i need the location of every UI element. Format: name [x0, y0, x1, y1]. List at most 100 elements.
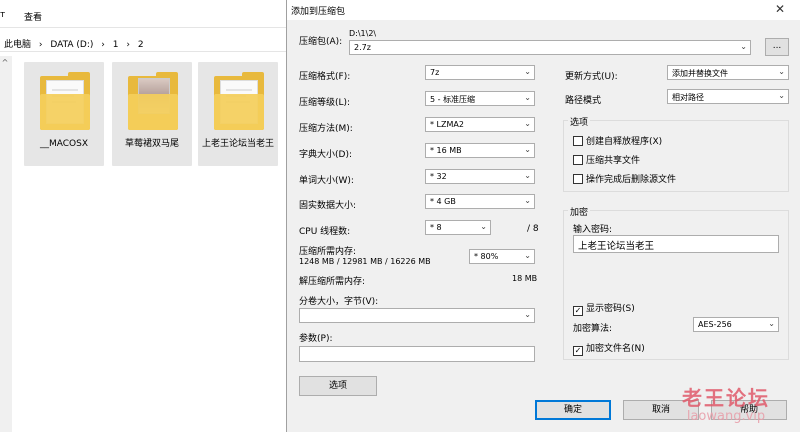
encrypt-filenames-checkbox[interactable]: ✓ 加密文件名(N): [573, 341, 645, 356]
chevron-down-icon: ⌄: [480, 222, 487, 231]
checkbox-box: ✓: [573, 346, 583, 356]
chevron-down-icon: ⌄: [778, 91, 785, 100]
password-label: 输入密码:: [573, 225, 613, 235]
archive-name-combo[interactable]: 2.7z ⌄: [349, 40, 751, 55]
dictionary-combo[interactable]: * 16 MB ⌄: [425, 143, 535, 158]
chevron-down-icon: ⌄: [524, 67, 531, 76]
update-mode-combo[interactable]: 添加并替换文件 ⌄: [667, 65, 789, 80]
chevron-down-icon: ⌄: [524, 171, 531, 180]
chevron-down-icon: ⌄: [524, 93, 531, 102]
breadcrumb-separator: ›: [126, 40, 130, 50]
dialog-title: 添加到压缩包: [291, 7, 346, 17]
format-value: 7z: [430, 68, 440, 77]
folder-name: 草莓裙双马尾: [124, 139, 179, 149]
folder-icon: [214, 72, 264, 130]
memory-usage-value: * 80%: [474, 252, 499, 261]
breadcrumb-data-drive[interactable]: DATA (D:): [50, 40, 93, 50]
solid-block-combo[interactable]: * 4 GB ⌄: [425, 194, 535, 209]
chevron-down-icon: ⌄: [524, 145, 531, 154]
chevron-down-icon: ⌄: [524, 119, 531, 128]
cpu-threads-max: / 8: [527, 224, 539, 234]
update-mode-label: 更新方式(U):: [565, 72, 618, 82]
chevron-down-icon: ⌄: [524, 251, 531, 260]
encryption-method-value: AES-256: [698, 320, 732, 329]
dictionary-label: 字典大小(D):: [299, 150, 352, 160]
site-watermark: 老王论坛 laowang.vip: [682, 382, 770, 424]
encryption-method-combo[interactable]: AES-256 ⌄: [693, 317, 779, 332]
add-to-archive-dialog: 添加到压缩包 ✕ 压缩包(A): D:\1\2\ 2.7z ⌄ ... 压缩格式…: [286, 0, 800, 432]
solid-block-value: * 4 GB: [430, 197, 456, 206]
create-sfx-label: 创建自释放程序(X): [586, 137, 663, 147]
split-volume-label: 分卷大小，字节(V):: [299, 297, 379, 307]
archive-path: D:\1\2\: [349, 29, 377, 38]
browse-button[interactable]: ...: [765, 38, 789, 56]
checkbox-box: [573, 155, 583, 165]
folder-name: __MACOSX: [39, 139, 88, 149]
ribbon-tab-view[interactable]: 查看: [24, 10, 42, 23]
checkbox-box: [573, 136, 583, 146]
compress-shared-label: 压缩共享文件: [586, 156, 641, 166]
breadcrumb-separator: ›: [38, 40, 43, 50]
memory-detail: 1248 MB / 12981 MB / 16226 MB: [299, 257, 431, 266]
parameters-input[interactable]: [299, 346, 535, 362]
encryption-group-caption: 加密: [568, 205, 591, 218]
breadcrumb-folder-2[interactable]: 2: [138, 40, 144, 50]
chevron-down-icon: ⌄: [524, 310, 531, 319]
folder-item[interactable]: __MACOSX: [24, 62, 104, 166]
breadcrumb-folder-1[interactable]: 1: [113, 40, 119, 50]
folder-item[interactable]: 草莓裙双马尾: [112, 62, 192, 166]
method-value: * LZMA2: [430, 120, 464, 129]
folder-icon: [40, 72, 90, 130]
method-combo[interactable]: * LZMA2 ⌄: [425, 117, 535, 132]
decompress-memory-value: 18 MB: [512, 274, 538, 283]
watermark-title: 老王论坛: [682, 386, 770, 410]
delete-after-label: 操作完成后删除源文件: [586, 175, 677, 185]
word-size-combo[interactable]: * 32 ⌄: [425, 169, 535, 184]
memory-label: 压缩所需内存:: [299, 247, 357, 257]
update-mode-value: 添加并替换文件: [672, 69, 728, 78]
close-icon[interactable]: ✕: [775, 2, 785, 16]
word-size-label: 单词大小(W):: [299, 176, 354, 186]
level-label: 压缩等级(L):: [299, 98, 351, 108]
breadcrumb: 此电脑 › DATA (D:) › 1 › 2: [4, 37, 149, 50]
level-combo[interactable]: 5 - 标准压缩 ⌄: [425, 91, 535, 106]
split-volume-combo[interactable]: ⌄: [299, 308, 535, 323]
path-mode-value: 相对路径: [672, 93, 704, 102]
compress-shared-checkbox[interactable]: 压缩共享文件: [573, 153, 640, 166]
memory-usage-combo[interactable]: * 80% ⌄: [469, 249, 535, 264]
watermark-url: laowang.vip: [686, 409, 766, 424]
chevron-down-icon: ⌄: [740, 42, 747, 51]
path-mode-label: 路径模式: [565, 96, 602, 106]
encrypt-filenames-label: 加密文件名(N): [586, 344, 645, 354]
checkbox-box: [573, 174, 583, 184]
ribbon-tab-partial[interactable]: т: [0, 10, 5, 20]
password-input[interactable]: 上老王论坛当老王: [573, 235, 779, 253]
archive-label: 压缩包(A):: [299, 37, 343, 47]
show-password-checkbox[interactable]: ✓ 显示密码(S): [573, 301, 635, 316]
delete-after-checkbox[interactable]: 操作完成后删除源文件: [573, 172, 676, 185]
options-button[interactable]: 选项: [299, 376, 377, 396]
path-mode-combo[interactable]: 相对路径 ⌄: [667, 89, 789, 104]
folder-item[interactable]: 上老王论坛当老王: [198, 62, 278, 166]
encryption-method-label: 加密算法:: [573, 324, 613, 334]
breadcrumb-this-pc[interactable]: 此电脑: [4, 40, 31, 50]
ok-button[interactable]: 确定: [535, 400, 611, 420]
solid-block-label: 固实数据大小:: [299, 201, 357, 211]
dictionary-value: * 16 MB: [430, 146, 462, 155]
parameters-label: 参数(P):: [299, 334, 333, 344]
folder-photo-icon: [128, 72, 178, 130]
folder-name: 上老王论坛当老王: [201, 139, 274, 149]
chevron-down-icon: ⌄: [768, 319, 775, 328]
format-combo[interactable]: 7z ⌄: [425, 65, 535, 80]
archive-name-value: 2.7z: [354, 43, 371, 52]
scroll-up-icon[interactable]: ^: [0, 58, 10, 68]
show-password-label: 显示密码(S): [586, 304, 635, 314]
dialog-titlebar: 添加到压缩包 ✕: [287, 0, 800, 20]
cpu-threads-combo[interactable]: * 8 ⌄: [425, 220, 491, 235]
word-size-value: * 32: [430, 172, 447, 181]
breadcrumb-separator: ›: [101, 40, 105, 50]
options-group-caption: 选项: [568, 115, 591, 128]
create-sfx-checkbox[interactable]: 创建自释放程序(X): [573, 134, 662, 147]
cpu-threads-value: * 8: [430, 223, 442, 232]
checkbox-box: ✓: [573, 306, 583, 316]
